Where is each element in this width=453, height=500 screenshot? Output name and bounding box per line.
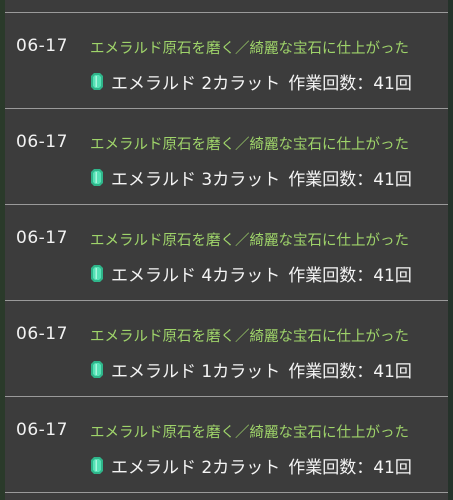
log-entry: 06-17 エメラルド原石を磨く／綺麗な宝石に仕上がった エメラルド 1カラット… [5, 300, 448, 396]
entry-detail: エメラルド 2カラット 作業回数：41回 [91, 453, 412, 478]
entry-action-text: エメラルド原石を磨く／綺麗な宝石に仕上がった [90, 425, 409, 441]
activity-log-panel: 06-17 エメラルド原石を磨く／綺麗な宝石に仕上がった エメラルド 2カラット… [0, 0, 453, 500]
emerald-gem-icon [91, 169, 103, 186]
entry-date: 06-17 [16, 36, 68, 56]
log-entry: 06-17 エメラルド原石を磨く／綺麗な宝石に仕上がった エメラルド 2カラット… [5, 12, 448, 108]
entry-date: 06-17 [16, 228, 68, 248]
entry-work-count: 作業回数：41回 [288, 362, 412, 382]
log-entry: 06-17 エメラルド原石を磨く／綺麗な宝石に仕上がった エメラルド 2カラット… [5, 396, 448, 492]
entry-work-count: 作業回数：41回 [288, 74, 412, 94]
emerald-gem-icon [91, 265, 103, 282]
entry-item-name: エメラルド 2カラット [111, 458, 281, 478]
entry-date: 06-17 [16, 324, 68, 344]
entry-detail: エメラルド 1カラット 作業回数：41回 [91, 357, 412, 382]
entry-action-text: エメラルド原石を磨く／綺麗な宝石に仕上がった [90, 329, 409, 345]
entry-item-name: エメラルド 3カラット [111, 170, 281, 190]
entry-detail: エメラルド 4カラット 作業回数：41回 [91, 261, 412, 286]
entry-work-count: 作業回数：41回 [288, 170, 412, 190]
entry-action-text: エメラルド原石を磨く／綺麗な宝石に仕上がった [90, 233, 409, 249]
entry-date: 06-17 [16, 420, 68, 440]
entry-item-name: エメラルド 4カラット [111, 266, 281, 286]
entry-date: 06-17 [16, 132, 68, 152]
log-entry: 06-17 エメラルド原石を磨く／綺麗な宝石に仕上がった エメラルド 3カラット… [5, 108, 448, 204]
emerald-gem-icon [91, 361, 103, 378]
emerald-gem-icon [91, 457, 103, 474]
emerald-gem-icon [91, 73, 103, 90]
entry-work-count: 作業回数：41回 [288, 458, 412, 478]
entry-work-count: 作業回数：41回 [288, 266, 412, 286]
entry-action-text: エメラルド原石を磨く／綺麗な宝石に仕上がった [90, 137, 409, 153]
entry-detail: エメラルド 3カラット 作業回数：41回 [91, 165, 412, 190]
entry-item-name: エメラルド 1カラット [111, 362, 281, 382]
entry-action-text: エメラルド原石を磨く／綺麗な宝石に仕上がった [90, 41, 409, 57]
log-entry: 06-17 エメラルド原石を磨く／綺麗な宝石に仕上がった エメラルド 4カラット… [5, 204, 448, 300]
right-background-strip [448, 0, 453, 500]
entry-detail: エメラルド 2カラット 作業回数：41回 [91, 69, 412, 94]
entry-item-name: エメラルド 2カラット [111, 74, 281, 94]
divider [5, 492, 448, 493]
